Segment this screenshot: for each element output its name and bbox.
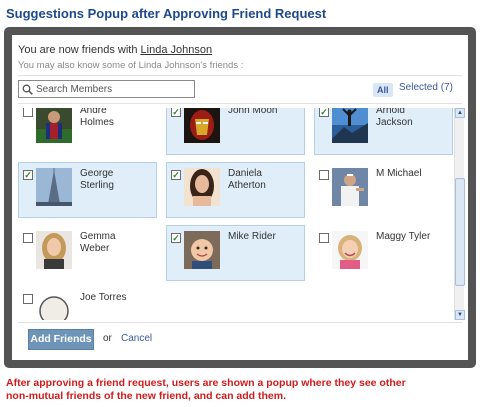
filter-all-tab[interactable]: All: [373, 83, 393, 97]
caption-line-1: After approving a friend request, users …: [6, 377, 406, 389]
member-name-line-2: Sterling: [80, 180, 114, 191]
member-avatar: [332, 108, 368, 143]
member-name: Andre Holmes: [80, 108, 154, 129]
member-name: Joe Torres: [80, 292, 154, 304]
member-name-line-1: Daniela: [228, 168, 262, 179]
search-icon: [22, 84, 33, 95]
suggestion-subtext: You may also know some of Linda Johnson'…: [18, 60, 244, 71]
member-card[interactable]: ✓ Mike Rider: [166, 225, 305, 281]
member-card[interactable]: ✓ George Sterling: [18, 162, 157, 218]
search-placeholder: Search Members: [36, 83, 113, 95]
footer-divider: [18, 322, 462, 323]
member-checkbox[interactable]: ✓: [319, 108, 329, 117]
member-name: Arnold Jackson: [376, 108, 450, 129]
member-avatar: [184, 231, 220, 269]
member-name: John Moon: [228, 108, 302, 117]
member-name-line-2: Atherton: [228, 180, 266, 191]
member-avatar: [332, 168, 368, 206]
header-divider: [18, 75, 462, 76]
scroll-down-button[interactable]: ▼: [455, 310, 465, 320]
member-avatar: [36, 108, 72, 143]
member-name-line-1: Maggy Tyler: [376, 231, 431, 242]
search-divider: [18, 103, 462, 104]
member-name-line-1: Andre: [80, 108, 107, 116]
member-name-line-1: Joe Torres: [80, 292, 127, 303]
member-grid: Andre Holmes ✓ John Moon ✓ Arnold Jackson ✓ Geor…: [18, 108, 454, 320]
member-checkbox[interactable]: ✓: [171, 108, 181, 117]
member-checkbox[interactable]: [23, 108, 33, 117]
member-card[interactable]: ✓ John Moon: [166, 108, 305, 155]
suggestions-popup: You are now friends with Linda Johnson Y…: [12, 35, 468, 360]
friend-confirmation: You are now friends with Linda Johnson: [18, 44, 212, 56]
member-card[interactable]: ✓ Arnold Jackson: [314, 108, 453, 155]
member-avatar: [332, 231, 368, 269]
caption-line-2: non-mutual friends of the new friend, an…: [6, 389, 287, 402]
member-card[interactable]: ✓ Daniela Atherton: [166, 162, 305, 218]
member-name-line-1: Mike Rider: [228, 231, 276, 242]
member-card[interactable]: M Michael: [314, 162, 453, 218]
member-checkbox[interactable]: [23, 294, 33, 304]
member-checkbox[interactable]: ✓: [171, 233, 181, 243]
explanation-caption: After approving a friend request, users …: [6, 377, 476, 402]
member-checkbox[interactable]: [23, 233, 33, 243]
member-checkbox[interactable]: [319, 170, 329, 180]
member-name-line-1: Gemma: [80, 231, 116, 242]
member-avatar: [36, 168, 72, 206]
member-avatar: [36, 231, 72, 269]
member-name: M Michael: [376, 168, 450, 180]
member-name-line-2: Holmes: [80, 117, 114, 128]
add-friends-button[interactable]: Add Friends: [28, 329, 94, 350]
member-name-line-2: Jackson: [376, 117, 413, 128]
member-name-line-1: Arnold: [376, 108, 405, 116]
member-checkbox[interactable]: ✓: [23, 170, 33, 180]
page-heading: Suggestions Popup after Approving Friend…: [6, 6, 327, 21]
filter-selected-tab[interactable]: Selected (7): [399, 82, 453, 93]
scrollbar[interactable]: ▲ ▼: [454, 108, 465, 320]
member-avatar: [36, 292, 72, 320]
scroll-up-button[interactable]: ▲: [455, 108, 465, 118]
scroll-thumb[interactable]: [455, 178, 465, 286]
member-name: George Sterling: [80, 168, 154, 192]
member-card[interactable]: Maggy Tyler: [314, 225, 453, 281]
search-input[interactable]: Search Members: [18, 80, 195, 98]
member-card[interactable]: Joe Torres: [18, 286, 157, 320]
friend-name-link[interactable]: Linda Johnson: [141, 44, 213, 56]
member-avatar: [184, 168, 220, 206]
member-checkbox[interactable]: ✓: [171, 170, 181, 180]
member-name: Maggy Tyler: [376, 231, 450, 243]
member-name: Daniela Atherton: [228, 168, 302, 192]
member-name: Mike Rider: [228, 231, 302, 243]
member-checkbox[interactable]: [319, 233, 329, 243]
popup-frame: You are now friends with Linda Johnson Y…: [4, 27, 476, 368]
member-name-line-2: Weber: [80, 243, 110, 254]
member-avatar: [184, 108, 220, 143]
member-name-line-1: M Michael: [376, 168, 422, 179]
member-name-line-1: George: [80, 168, 114, 179]
member-card[interactable]: Andre Holmes: [18, 108, 157, 155]
or-text: or: [103, 333, 112, 344]
friend-confirmation-prefix: You are now friends with: [18, 44, 138, 56]
cancel-link[interactable]: Cancel: [121, 333, 152, 344]
member-card[interactable]: Gemma Weber: [18, 225, 157, 281]
member-name: Gemma Weber: [80, 231, 154, 255]
member-name-line-1: John Moon: [228, 108, 278, 116]
